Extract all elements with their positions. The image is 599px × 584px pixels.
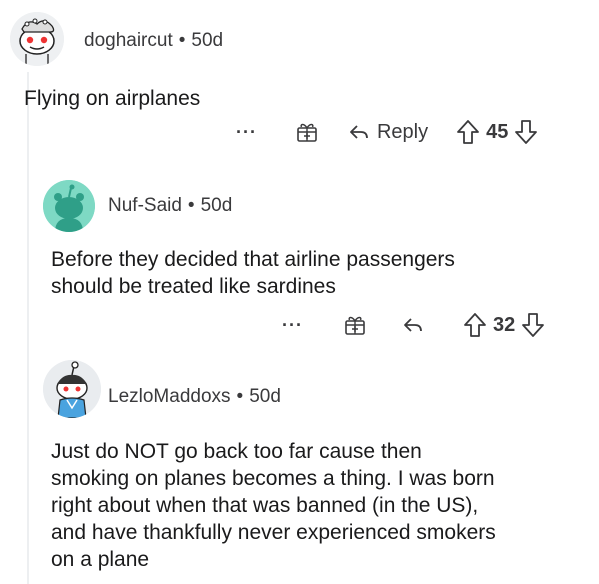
- avatar[interactable]: [10, 12, 64, 66]
- downvote-icon[interactable]: [521, 312, 545, 338]
- default-snoo-avatar-icon: [43, 180, 95, 232]
- meta-separator: •: [187, 195, 195, 216]
- meta-separator: •: [178, 30, 186, 51]
- vote-count: 45: [486, 120, 509, 143]
- reply-button[interactable]: Reply: [347, 120, 428, 144]
- downvote-icon[interactable]: [514, 119, 538, 145]
- comment-line: and have thankfully never experienced sm…: [51, 521, 496, 544]
- snoo-avatar-icon: [43, 360, 101, 418]
- username[interactable]: doghaircut: [84, 30, 173, 52]
- reply-icon: [347, 120, 371, 144]
- username[interactable]: Nuf-Said: [108, 195, 182, 217]
- comment-actions: ··· Reply 45: [236, 118, 538, 146]
- upvote-icon[interactable]: [456, 119, 480, 145]
- comment-body: Flying on airplanes: [24, 87, 201, 110]
- comment-line: smoking on planes becomes a thing. I was…: [51, 467, 495, 490]
- comment-age: 50d: [200, 195, 233, 216]
- upvote-icon[interactable]: [463, 312, 487, 338]
- comment-age: 50d: [249, 386, 281, 407]
- username[interactable]: LezloMaddoxs: [108, 386, 231, 408]
- comment-body: Just do NOT go back too far cause then s…: [51, 438, 496, 573]
- comment-line: Before they decided that airline passeng…: [51, 248, 455, 271]
- award-icon[interactable]: [295, 120, 319, 144]
- snoo-avatar-icon: [10, 12, 64, 66]
- more-options-icon[interactable]: ···: [282, 315, 303, 336]
- award-icon[interactable]: [343, 313, 367, 337]
- thread-line[interactable]: [27, 72, 29, 584]
- comment-age: 50d: [191, 30, 224, 51]
- comment-line: should be treated like sardines: [51, 275, 336, 298]
- reply-label: Reply: [376, 120, 429, 143]
- comment-actions: ··· 32: [282, 311, 545, 339]
- avatar[interactable]: [43, 180, 95, 232]
- comment-line: on a plane: [51, 548, 150, 571]
- more-options-icon[interactable]: ···: [236, 122, 257, 143]
- vote-count: 32: [492, 313, 516, 336]
- comment-line: right about when that was banned (in the…: [51, 494, 479, 517]
- meta-separator: •: [236, 386, 244, 407]
- comment-body: Before they decided that airline passeng…: [51, 246, 455, 300]
- comment-line: Just do NOT go back too far cause then: [51, 440, 422, 463]
- avatar[interactable]: [43, 360, 101, 418]
- reply-icon[interactable]: [401, 313, 425, 337]
